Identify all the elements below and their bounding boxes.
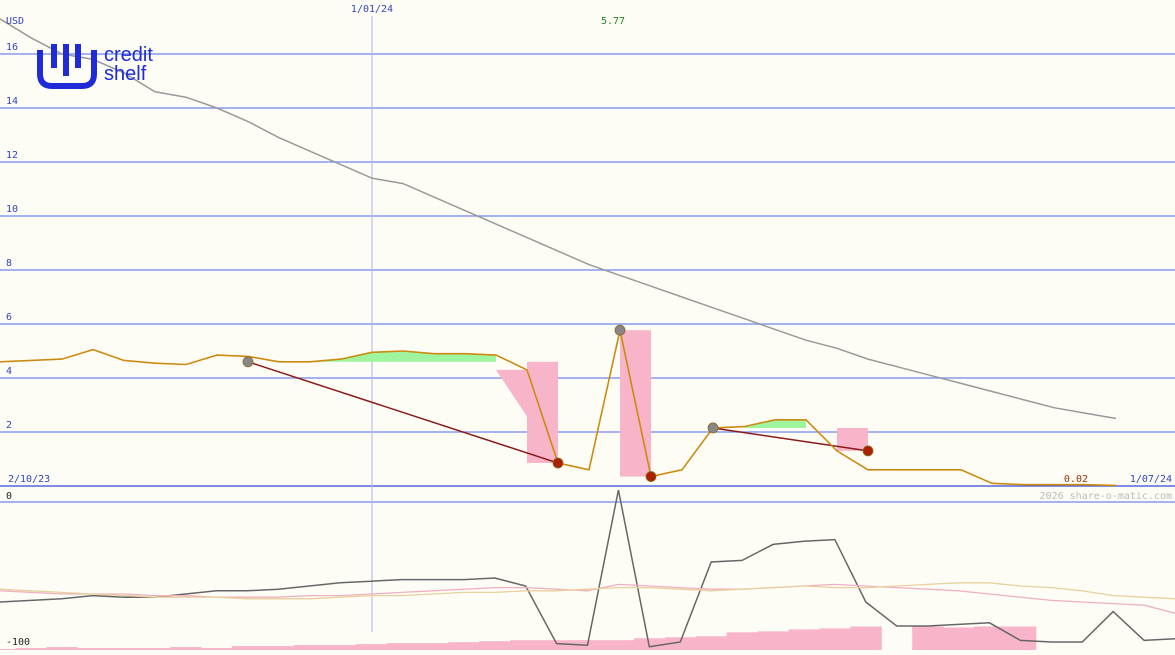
histogram-bar — [324, 645, 357, 650]
price-chart: 2 4 6 8 10 12 14 16 USD 1/01/24 5.77 2/10/23 1/07/24… — [0, 4, 1175, 650]
y-tick-label: 16 — [6, 42, 18, 53]
y-tick-label: 4 — [6, 366, 12, 377]
company-logo: credit shelf — [36, 40, 166, 92]
start-date-label: 2/10/23 — [8, 474, 50, 485]
sma-line — [0, 18, 1117, 420]
histogram-bar — [943, 627, 975, 650]
histogram-bar — [757, 631, 789, 650]
logo-mark-icon — [37, 44, 97, 89]
point-marker — [645, 471, 657, 482]
histogram-bar — [602, 640, 635, 650]
peak-value-label: 5.77 — [601, 16, 625, 27]
axis-unit-label: USD — [6, 16, 24, 27]
y-tick-label: 8 — [6, 258, 12, 269]
histogram-bar — [262, 646, 295, 650]
point-marker — [552, 457, 564, 469]
marker-date-label: 1/01/24 — [351, 4, 393, 15]
osc-tick-label: 0 — [6, 491, 12, 502]
histogram-bar — [819, 628, 851, 650]
oscillator-line — [0, 489, 1175, 648]
y-tick-label: 2 — [6, 420, 12, 431]
histogram-bar — [448, 642, 480, 650]
y-tick-label: 10 — [6, 204, 18, 215]
histogram-bar — [355, 644, 388, 650]
point-marker — [242, 356, 254, 368]
histogram-bar — [231, 646, 264, 650]
chart-stage: 2 4 6 8 10 12 14 16 USD 1/01/24 5.77 2/10/23 1/07/24… — [0, 0, 1175, 650]
point-marker — [614, 324, 626, 336]
logo-text: credit shelf — [104, 45, 153, 85]
histogram-bar — [726, 632, 759, 650]
histogram-bar — [788, 629, 820, 650]
histogram-bar — [912, 626, 944, 650]
logo-line-2: shelf — [104, 63, 147, 85]
histogram-bar — [479, 641, 511, 650]
end-date-label: 1/07/24 — [1130, 474, 1172, 485]
histogram-bar — [1004, 626, 1037, 650]
gain-area — [279, 351, 496, 362]
osc-tick-label: -100 — [6, 637, 30, 648]
histogram-bar — [386, 643, 418, 650]
y-tick-label: 12 — [6, 150, 18, 161]
histogram-bar — [633, 638, 666, 650]
y-tick-label: 14 — [6, 96, 18, 107]
histogram-bar — [293, 645, 326, 650]
point-marker — [707, 422, 719, 434]
histogram-bar — [417, 643, 449, 650]
histogram-bar — [541, 640, 573, 650]
watermark-text: 2026 share-o-matic.com — [1040, 491, 1172, 502]
last-value-label: 0.02 — [1064, 474, 1088, 485]
histogram-bar — [510, 640, 542, 650]
histogram-bar — [850, 626, 882, 650]
point-marker — [862, 445, 874, 457]
histogram-bar — [695, 636, 728, 650]
y-tick-label: 6 — [6, 312, 12, 323]
